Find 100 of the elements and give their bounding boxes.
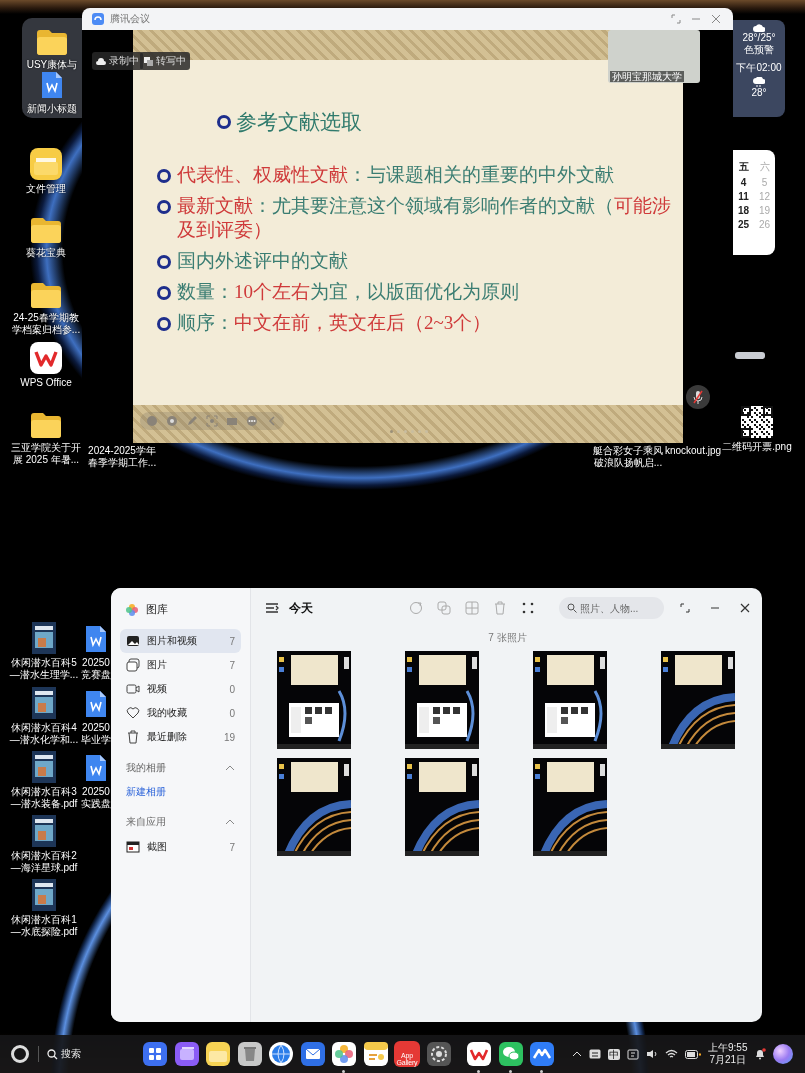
- sidebar-item[interactable]: 视频 0: [120, 677, 241, 701]
- note-icon[interactable]: [363, 1042, 388, 1066]
- icon-label: knockout.jpg: [664, 445, 722, 457]
- icon-label: 艇合彩女子乘风 破浪队扬帆启...: [593, 445, 663, 469]
- app-grid-icon[interactable]: [143, 1042, 167, 1066]
- app-title: 图库: [146, 602, 168, 617]
- record-icon[interactable]: [166, 415, 178, 427]
- flower-icon[interactable]: [332, 1042, 356, 1066]
- meeting-app-icon[interactable]: [530, 1042, 554, 1066]
- book-cover-icon: [32, 815, 56, 847]
- image-icon: [126, 634, 140, 648]
- screenshot-thumbnail[interactable]: [533, 758, 607, 856]
- bullet-icon: [157, 200, 171, 214]
- bullet-icon: [157, 317, 171, 331]
- icon-label: 文件管理: [26, 183, 66, 195]
- photo-count: 7 张照片: [487, 631, 528, 645]
- sidebar-item[interactable]: 我的收藏 0: [120, 701, 241, 725]
- badge-label: 录制中: [109, 54, 139, 68]
- rain-cloud-icon: [753, 77, 765, 87]
- icon-label: 20250 竞赛盘: [81, 657, 111, 681]
- icon-label: 休闲潜水百科1 —水底探险.pdf: [10, 914, 78, 938]
- input-method[interactable]: 中: [608, 1048, 620, 1060]
- calendar-day: 5: [754, 177, 775, 188]
- calendar-day: 26: [754, 219, 775, 230]
- bullet-text: 顺序：中文在前，英文在后（2~3个）: [177, 311, 493, 335]
- clipboard-icon[interactable]: [627, 1048, 639, 1060]
- screenshot-thumbnail[interactable]: [405, 758, 479, 856]
- sidebar-item[interactable]: 图片和视频 7: [120, 629, 241, 653]
- new-album-link[interactable]: 新建相册: [126, 785, 235, 799]
- start-ring-icon[interactable]: [10, 1044, 30, 1064]
- badge-label: 转写中: [156, 54, 186, 68]
- folder-icon: [29, 411, 63, 439]
- screenshot-thumbnail[interactable]: [277, 758, 351, 856]
- icon-label: 休闲潜水百科5 —潜水生理学...: [9, 657, 79, 681]
- screenshot-thumbnail[interactable]: [277, 651, 351, 749]
- folder-icon[interactable]: [206, 1042, 230, 1066]
- restore-icon[interactable]: [680, 603, 690, 613]
- sidebar-item[interactable]: 图片 7: [120, 653, 241, 677]
- temperature-range: 28°/25°: [742, 32, 776, 44]
- section-title: 来自应用: [126, 815, 166, 829]
- icon-label: 休闲潜水百科2 —海洋星球.pdf: [10, 850, 78, 874]
- close-icon[interactable]: [740, 603, 750, 613]
- sidebar-item[interactable]: 最近删除 19: [120, 725, 241, 749]
- clock-date: 7月21日: [709, 1054, 747, 1066]
- volume-icon[interactable]: [646, 1049, 658, 1059]
- forecast-temperature: 28°: [751, 87, 767, 99]
- document-icon: [84, 689, 108, 719]
- expand-dots-icon[interactable]: [521, 601, 535, 615]
- search-field[interactable]: 照片、人物...: [559, 597, 664, 619]
- bullet-icon: [157, 169, 171, 183]
- section-title: 我的相册: [126, 761, 166, 775]
- bullet-icon: [157, 255, 171, 269]
- screenshot-thumbnail[interactable]: [405, 651, 479, 749]
- trash-icon[interactable]: [237, 1042, 262, 1066]
- icon-label: 二维码开票.png: [722, 441, 792, 453]
- mail-icon[interactable]: [300, 1042, 325, 1066]
- document-icon: [40, 70, 64, 100]
- office-app-icon[interactable]: [467, 1042, 491, 1066]
- sidebar-item[interactable]: 截图 7: [120, 835, 241, 859]
- folder-icon: [35, 28, 69, 56]
- window-stack-icon[interactable]: [174, 1042, 199, 1066]
- bullet-text: 数量：10个左右为宜，以版面优化为原则: [177, 280, 520, 304]
- icon-label: 20250 实践盘: [81, 786, 111, 810]
- search-button[interactable]: 搜索: [47, 1047, 81, 1061]
- icon-label: 休闲潜水百科3 —潜水装备.pdf: [10, 786, 78, 810]
- menu-icon[interactable]: [265, 602, 279, 614]
- book-cover-icon: [32, 687, 56, 719]
- book-cover-icon: [32, 622, 56, 654]
- keyboard-icon[interactable]: [589, 1049, 601, 1059]
- trash-icon: [126, 730, 140, 744]
- screenshot-thumbnail[interactable]: [661, 651, 735, 749]
- handle-bar: [735, 352, 765, 359]
- bell-icon[interactable]: [754, 1048, 767, 1060]
- cloud-icon: [753, 24, 765, 32]
- document-icon: [84, 624, 108, 654]
- window-title: 腾讯会议: [110, 12, 150, 26]
- calendar-day: 19: [754, 205, 775, 216]
- book-cover-icon: [32, 751, 56, 783]
- gear-icon[interactable]: [426, 1042, 451, 1066]
- battery-icon[interactable]: [685, 1049, 701, 1059]
- page-title: 今天: [289, 599, 313, 617]
- screenshot-thumbnail[interactable]: [533, 651, 607, 749]
- assistant-orb-icon[interactable]: [773, 1044, 794, 1064]
- chat-bubbles-icon[interactable]: [498, 1042, 523, 1066]
- forecast-time: 下午02:00: [736, 62, 782, 74]
- search-icon: [567, 603, 577, 613]
- alert-text: 色预警: [744, 44, 774, 56]
- more-icon[interactable]: [246, 415, 258, 427]
- calendar-day: 4: [733, 177, 754, 188]
- icon-label: 24-25春学期教 学档案归档参...: [11, 312, 81, 336]
- folder-app-icon: [30, 148, 62, 180]
- wifi-icon[interactable]: [665, 1049, 678, 1059]
- globe-icon[interactable]: [269, 1042, 293, 1066]
- calendar-day: 25: [733, 219, 754, 230]
- participant-name: 孙明宝那城大学: [610, 71, 684, 82]
- bullet-text: 最新文献：尤其要注意这个领域有影响作者的文献（可能涉及到评委）: [177, 194, 672, 242]
- screenshot-icon: [126, 840, 140, 854]
- document-icon: [84, 753, 108, 783]
- bullet-text: 代表性、权威性文献：与课题相关的重要的中外文献: [177, 163, 615, 187]
- icon-label: 20250 毕业学: [81, 722, 111, 746]
